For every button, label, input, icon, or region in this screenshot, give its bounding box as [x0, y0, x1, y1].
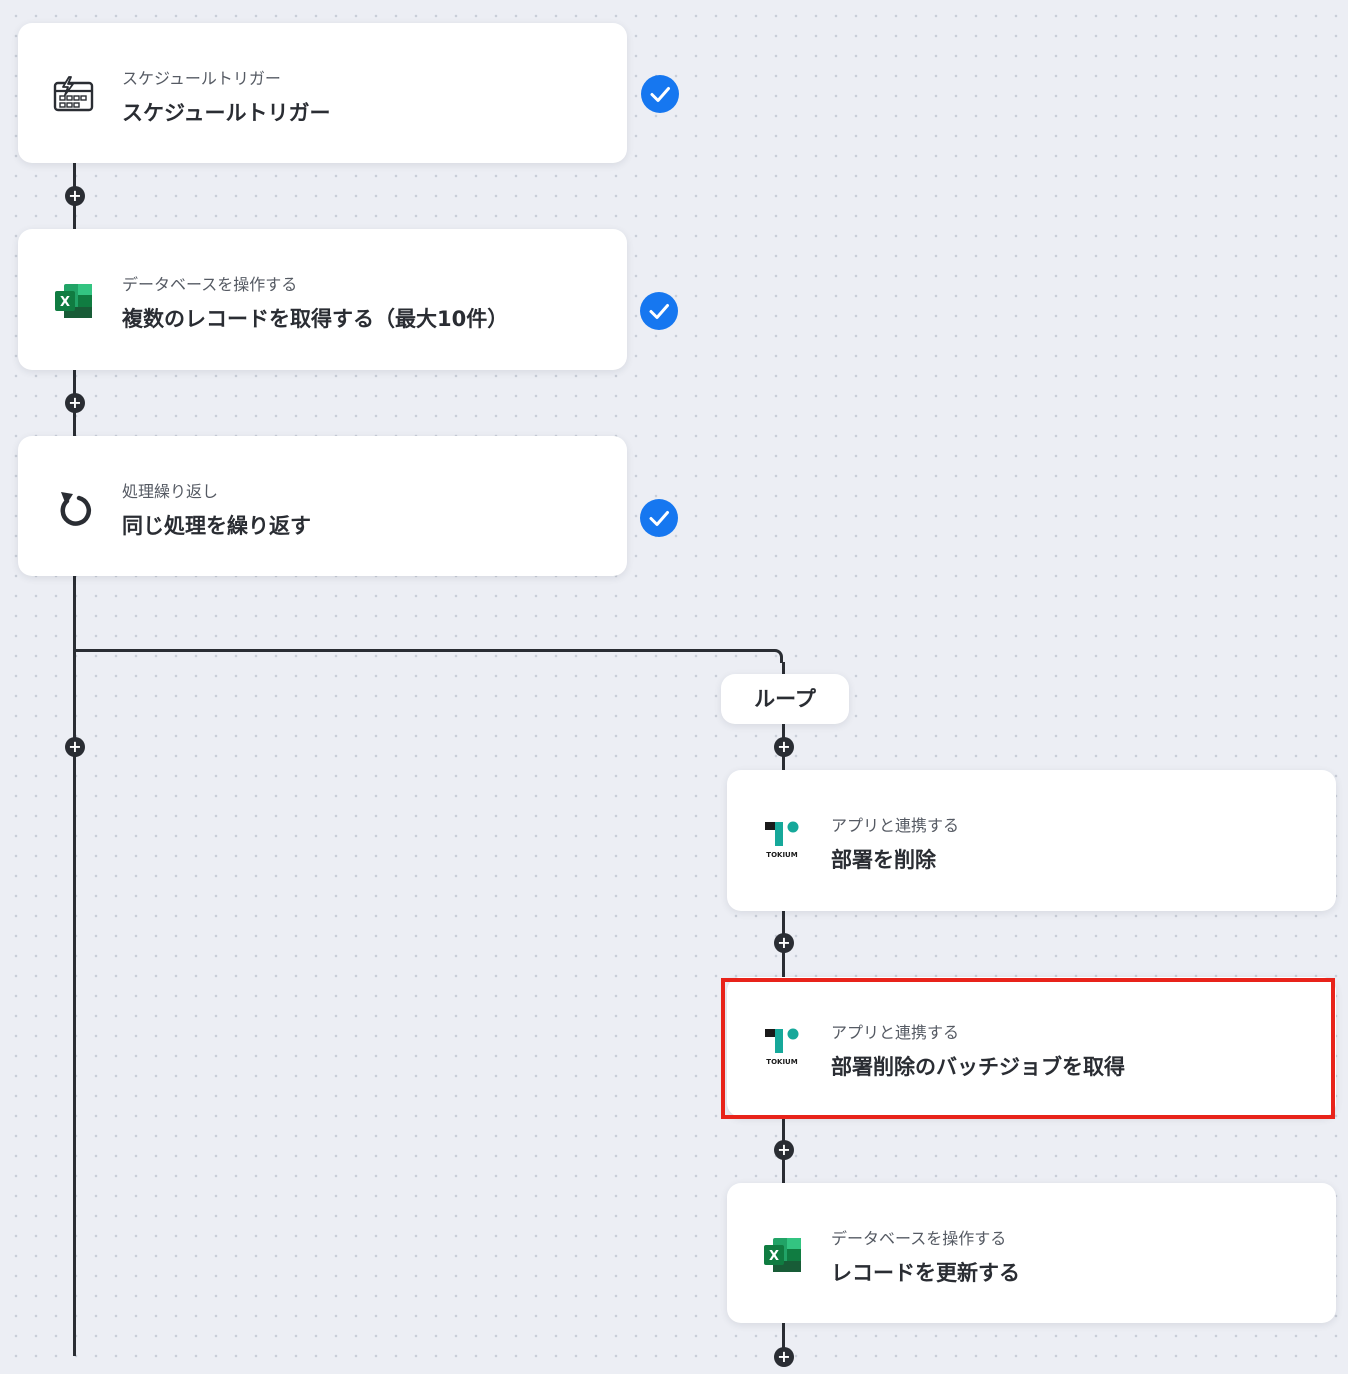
- step-title: スケジュールトリガー: [122, 101, 331, 125]
- add-step-button[interactable]: +: [65, 737, 85, 757]
- step-card-get-records[interactable]: X データベースを操作する 複数のレコードを取得する（最大10件）: [18, 229, 627, 370]
- add-step-button[interactable]: +: [774, 1347, 794, 1367]
- loop-arrow-icon: [52, 486, 96, 530]
- step-subtitle: データベースを操作する: [831, 1229, 1007, 1248]
- add-step-button[interactable]: +: [774, 1140, 794, 1160]
- tokium-logo-icon: TOKIUM: [761, 820, 805, 864]
- svg-text:X: X: [60, 295, 70, 310]
- tokium-logo-text: TOKIUM: [766, 851, 797, 859]
- step-card-schedule-trigger[interactable]: スケジュールトリガー スケジュールトリガー: [18, 23, 627, 163]
- step-title: 部署削除のバッチジョブを取得: [831, 1055, 1125, 1079]
- svg-text:X: X: [769, 1249, 779, 1264]
- excel-icon: X: [761, 1233, 805, 1277]
- add-step-button[interactable]: +: [774, 737, 794, 757]
- step-card-update-record[interactable]: X データベースを操作する レコードを更新する: [727, 1183, 1336, 1323]
- step-card-get-batch-job[interactable]: TOKIUM アプリと連携する 部署削除のバッチジョブを取得: [727, 977, 1336, 1117]
- add-step-button[interactable]: +: [65, 393, 85, 413]
- add-step-button[interactable]: +: [65, 186, 85, 206]
- calendar-lightning-icon: [52, 73, 96, 117]
- step-title: 複数のレコードを取得する（最大10件）: [122, 307, 509, 331]
- loop-label: ループ: [721, 674, 849, 724]
- step-subtitle: アプリと連携する: [831, 816, 960, 835]
- add-step-button[interactable]: +: [774, 933, 794, 953]
- step-card-loop[interactable]: 処理繰り返し 同じ処理を繰り返す: [18, 436, 627, 576]
- step-title: 同じ処理を繰り返す: [122, 514, 311, 538]
- completed-check-icon: [640, 292, 678, 330]
- step-title: 部署を削除: [831, 848, 936, 872]
- completed-check-icon: [640, 499, 678, 537]
- tokium-logo-icon: TOKIUM: [761, 1027, 805, 1071]
- step-title: レコードを更新する: [831, 1261, 1020, 1285]
- step-subtitle: スケジュールトリガー: [122, 69, 281, 88]
- tokium-logo-text: TOKIUM: [766, 1058, 797, 1066]
- step-subtitle: アプリと連携する: [831, 1023, 960, 1042]
- excel-icon: X: [52, 279, 96, 323]
- step-subtitle: データベースを操作する: [122, 275, 298, 294]
- loop-branch-connector: [74, 649, 783, 663]
- step-subtitle: 処理繰り返し: [122, 482, 219, 501]
- step-card-delete-department[interactable]: TOKIUM アプリと連携する 部署を削除: [727, 770, 1336, 911]
- completed-check-icon: [641, 75, 679, 113]
